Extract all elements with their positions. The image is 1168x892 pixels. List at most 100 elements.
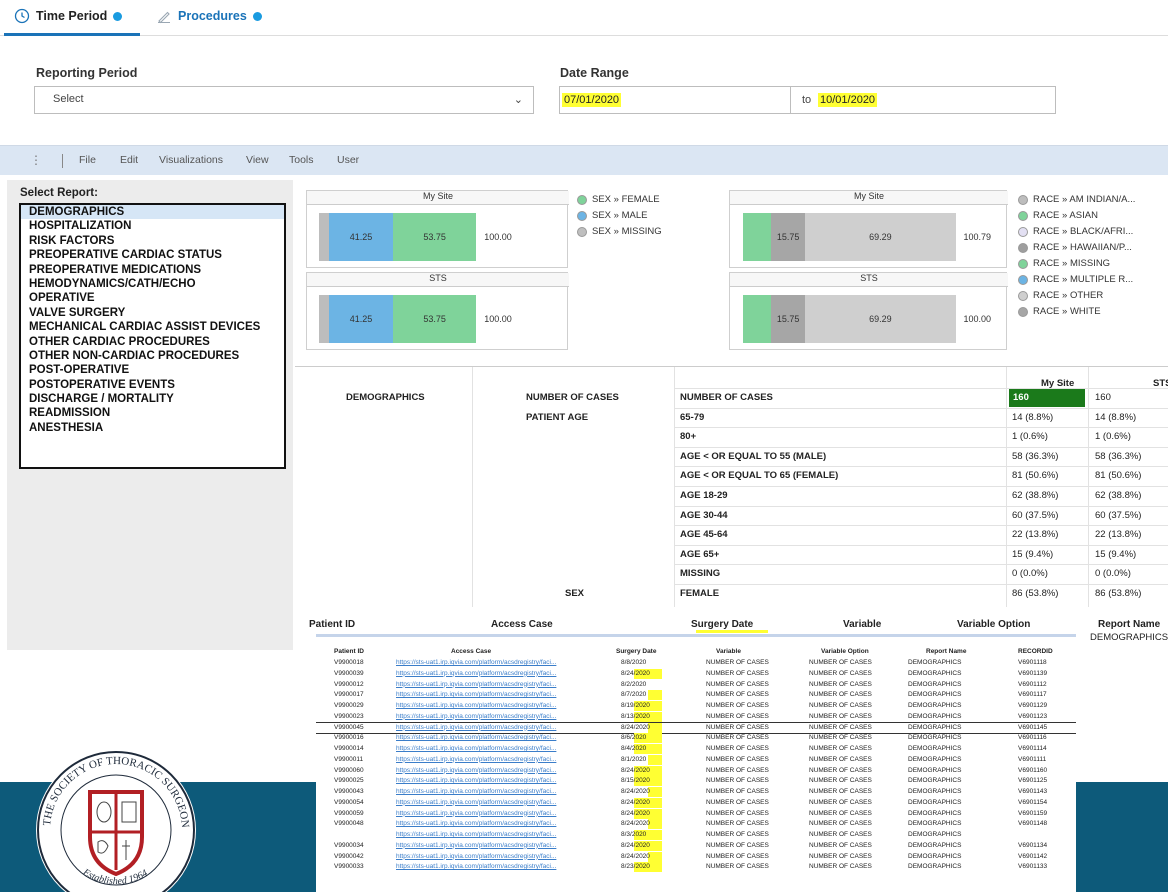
legend-item[interactable]: RACE » HAWAIIAN/P... <box>1018 242 1132 253</box>
report-item[interactable]: ANESTHESIA <box>21 421 284 435</box>
legend-item[interactable]: RACE » ASIAN <box>1018 210 1098 221</box>
bar-segment-stub[interactable] <box>319 295 329 343</box>
bar-segment[interactable]: 53.75 <box>392 295 477 343</box>
access-case-link[interactable]: https://sts-uat1.irp.iqvia.com/platform/… <box>396 831 556 838</box>
access-case-link[interactable]: https://sts-uat1.irp.iqvia.com/platform/… <box>396 713 556 720</box>
bar-segment[interactable]: 15.75 <box>771 213 806 261</box>
menu-edit[interactable]: Edit <box>120 154 138 166</box>
bar-segment[interactable]: 69.29 <box>805 213 956 261</box>
sts-value[interactable]: 14 (8.8%) <box>1095 412 1136 423</box>
menu-tools[interactable]: Tools <box>289 154 314 166</box>
tab-procedures[interactable]: Procedures <box>156 8 262 24</box>
mysite-value[interactable]: 62 (38.8%) <box>1012 490 1058 501</box>
legend-item[interactable]: RACE » BLACK/AFRI... <box>1018 226 1133 237</box>
bar-segment[interactable]: 69.29 <box>805 295 956 343</box>
report-item[interactable]: HOSPITALIZATION <box>21 219 284 233</box>
date-to-input[interactable]: 10/01/2020 <box>818 93 878 107</box>
access-case-link[interactable]: https://sts-uat1.irp.iqvia.com/platform/… <box>396 863 556 870</box>
bar-segment-stub[interactable] <box>743 213 771 261</box>
access-case-link[interactable]: https://sts-uat1.irp.iqvia.com/platform/… <box>396 788 556 795</box>
access-case-link[interactable]: https://sts-uat1.irp.iqvia.com/platform/… <box>396 820 556 827</box>
access-case-link[interactable]: https://sts-uat1.irp.iqvia.com/platform/… <box>396 659 556 666</box>
access-case-link[interactable]: https://sts-uat1.irp.iqvia.com/platform/… <box>396 670 556 677</box>
sts-value[interactable]: 0 (0.0%) <box>1095 568 1131 579</box>
sts-value[interactable]: 58 (36.3%) <box>1095 451 1141 462</box>
bar-segment[interactable]: 41.25 <box>329 295 393 343</box>
sts-value[interactable]: 62 (38.8%) <box>1095 490 1141 501</box>
mysite-value[interactable]: 60 (37.5%) <box>1012 510 1058 521</box>
report-item[interactable]: DEMOGRAPHICS <box>21 205 284 220</box>
report-list[interactable]: DEMOGRAPHICS HOSPITALIZATION RISK FACTORS P… <box>19 203 286 469</box>
access-case-link[interactable]: https://sts-uat1.irp.iqvia.com/platform/… <box>396 777 556 784</box>
report-item[interactable]: MECHANICAL CARDIAC ASSIST DEVICES <box>21 320 284 334</box>
menu-user[interactable]: User <box>337 154 359 166</box>
access-case-link[interactable]: https://sts-uat1.irp.iqvia.com/platform/… <box>396 853 556 860</box>
mysite-value[interactable]: 81 (50.6%) <box>1012 470 1058 481</box>
mysite-value[interactable]: 22 (13.8%) <box>1012 529 1058 540</box>
legend-item[interactable]: SEX » MALE <box>577 210 647 221</box>
access-case-link[interactable]: https://sts-uat1.irp.iqvia.com/platform/… <box>396 810 556 817</box>
mysite-value[interactable]: 0 (0.0%) <box>1012 568 1048 579</box>
access-case-link[interactable]: https://sts-uat1.irp.iqvia.com/platform/… <box>396 681 556 688</box>
bar-segment-stub[interactable] <box>743 295 771 343</box>
legend-item[interactable]: RACE » OTHER <box>1018 290 1103 301</box>
bar-segment-stub[interactable] <box>319 213 329 261</box>
mysite-value[interactable]: 14 (8.8%) <box>1012 412 1053 423</box>
mysite-value[interactable]: 86 (53.8%) <box>1012 588 1058 599</box>
legend-item[interactable]: RACE » WHITE <box>1018 306 1101 317</box>
reporting-period-select[interactable]: Select ⌄ <box>34 86 534 114</box>
sts-value[interactable]: 1 (0.6%) <box>1095 431 1131 442</box>
access-case-link[interactable]: https://sts-uat1.irp.iqvia.com/platform/… <box>396 724 556 731</box>
mysite-value[interactable]: 15 (9.4%) <box>1012 549 1053 560</box>
report-item[interactable]: HEMODYNAMICS/CATH/ECHO <box>21 277 284 291</box>
sts-value[interactable]: 15 (9.4%) <box>1095 549 1136 560</box>
tab-time-period[interactable]: Time Period <box>14 8 123 24</box>
report-item[interactable]: READMISSION <box>21 406 284 420</box>
ptable-cell: 8/24/2020 <box>621 841 650 849</box>
chevron-down-icon: ⌄ <box>513 94 523 106</box>
legend-item[interactable]: RACE » MULTIPLE R... <box>1018 274 1133 285</box>
header-patient-id: Patient ID <box>309 619 356 630</box>
mysite-value[interactable]: 1 (0.6%) <box>1012 431 1048 442</box>
sts-value[interactable]: 86 (53.8%) <box>1095 588 1141 599</box>
access-case-link[interactable]: https://sts-uat1.irp.iqvia.com/platform/… <box>396 799 556 806</box>
legend-item[interactable]: RACE » MISSING <box>1018 258 1110 269</box>
sts-value[interactable]: 160 <box>1095 392 1111 403</box>
chart-panel: My Site 15.75 69.29 100.79 <box>729 190 1008 268</box>
access-case-link[interactable]: https://sts-uat1.irp.iqvia.com/platform/… <box>396 734 556 741</box>
sts-value[interactable]: 22 (13.8%) <box>1095 529 1141 540</box>
report-item[interactable]: DISCHARGE / MORTALITY <box>21 392 284 406</box>
access-case-link[interactable]: https://sts-uat1.irp.iqvia.com/platform/… <box>396 702 556 709</box>
access-case-link[interactable]: https://sts-uat1.irp.iqvia.com/platform/… <box>396 691 556 698</box>
access-case-link[interactable]: https://sts-uat1.irp.iqvia.com/platform/… <box>396 842 556 849</box>
legend-item[interactable]: RACE » AM INDIAN/A... <box>1018 194 1135 205</box>
menu-visualizations[interactable]: Visualizations <box>159 154 223 166</box>
access-case-link[interactable]: https://sts-uat1.irp.iqvia.com/platform/… <box>396 767 556 774</box>
sts-value[interactable]: 60 (37.5%) <box>1095 510 1141 521</box>
report-item[interactable]: OPERATIVE <box>21 291 284 305</box>
report-item[interactable]: PREOPERATIVE MEDICATIONS <box>21 263 284 277</box>
legend-item[interactable]: SEX » FEMALE <box>577 194 660 205</box>
bar-segment[interactable]: 41.25 <box>329 213 393 261</box>
ptable-cell: NUMBER OF CASES <box>809 669 872 677</box>
report-item[interactable]: PREOPERATIVE CARDIAC STATUS <box>21 248 284 262</box>
report-item[interactable]: POST-OPERATIVE <box>21 363 284 377</box>
mysite-value-highlight[interactable]: 160 <box>1009 389 1085 407</box>
bar-segment[interactable]: 15.75 <box>771 295 806 343</box>
drag-handle-icon[interactable]: ⋮ <box>30 153 42 167</box>
date-from-input[interactable]: 07/01/2020 <box>562 93 622 107</box>
sts-value[interactable]: 81 (50.6%) <box>1095 470 1141 481</box>
menu-view[interactable]: View <box>246 154 269 166</box>
bar-segment[interactable]: 53.75 <box>392 213 477 261</box>
report-item[interactable]: POSTOPERATIVE EVENTS <box>21 378 284 392</box>
menu-file[interactable]: File <box>79 154 96 166</box>
report-item[interactable]: RISK FACTORS <box>21 234 284 248</box>
mysite-value[interactable]: 58 (36.3%) <box>1012 451 1058 462</box>
report-item[interactable]: OTHER CARDIAC PROCEDURES <box>21 335 284 349</box>
report-item[interactable]: VALVE SURGERY <box>21 306 284 320</box>
legend-item[interactable]: SEX » MISSING <box>577 226 662 237</box>
ptable-cell: V6901116 <box>1018 734 1047 742</box>
access-case-link[interactable]: https://sts-uat1.irp.iqvia.com/platform/… <box>396 756 556 763</box>
report-item[interactable]: OTHER NON-CARDIAC PROCEDURES <box>21 349 284 363</box>
access-case-link[interactable]: https://sts-uat1.irp.iqvia.com/platform/… <box>396 745 556 752</box>
